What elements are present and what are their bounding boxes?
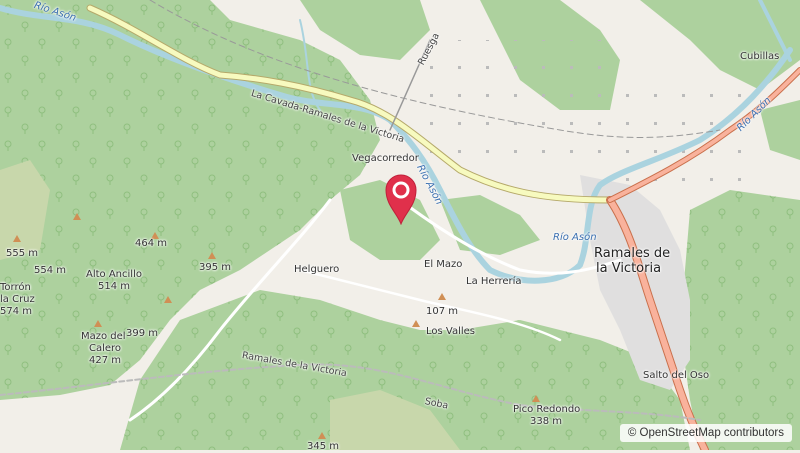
river-label-town: Río Asón xyxy=(553,232,597,243)
map-attribution[interactable]: © OpenStreetMap contributors xyxy=(619,424,792,442)
location-pin-icon[interactable] xyxy=(384,173,418,225)
town-ramales-line2[interactable]: la Victoria xyxy=(596,262,661,276)
peak-464: 464 m xyxy=(135,238,168,249)
farmland-pattern xyxy=(420,40,620,170)
peak-555: 555 m xyxy=(6,248,39,259)
peak-395: 395 m xyxy=(199,262,232,273)
place-helguero[interactable]: Helguero xyxy=(294,264,339,276)
place-vegacorredor[interactable]: Vegacorredor xyxy=(352,153,419,165)
peak-345: 345 m xyxy=(307,441,340,452)
peak-pico-redondo-elev: 338 m xyxy=(530,416,563,427)
peak-107: 107 m xyxy=(426,306,459,317)
peak-399: 399 m xyxy=(126,328,159,339)
place-los-valles[interactable]: Los Valles xyxy=(426,326,475,338)
place-salto-del-oso[interactable]: Salto del Oso xyxy=(643,370,709,382)
place-la-herreria[interactable]: La Herrería xyxy=(466,276,522,288)
town-ramales-line1[interactable]: Ramales de xyxy=(594,247,670,261)
map-canvas[interactable] xyxy=(0,0,800,450)
place-el-mazo[interactable]: El Mazo xyxy=(424,259,462,271)
peak-alto-ancillo-elev: 514 m xyxy=(98,281,131,292)
peak-mazo-line2: Calero xyxy=(89,343,122,354)
peak-torron-elev: 574 m xyxy=(0,306,33,317)
peak-pico-redondo: Pico Redondo xyxy=(513,404,581,415)
peak-mazo-elev: 427 m xyxy=(89,355,122,366)
peak-torron-line2: la Cruz xyxy=(0,294,35,305)
peak-torron-line1: Torrón xyxy=(0,282,31,293)
peak-alto-ancillo: Alto Ancillo xyxy=(86,269,142,280)
place-cubillas[interactable]: Cubillas xyxy=(740,51,779,63)
peak-mazo-line1: Mazo del xyxy=(81,331,126,342)
peak-554: 554 m xyxy=(34,265,67,276)
